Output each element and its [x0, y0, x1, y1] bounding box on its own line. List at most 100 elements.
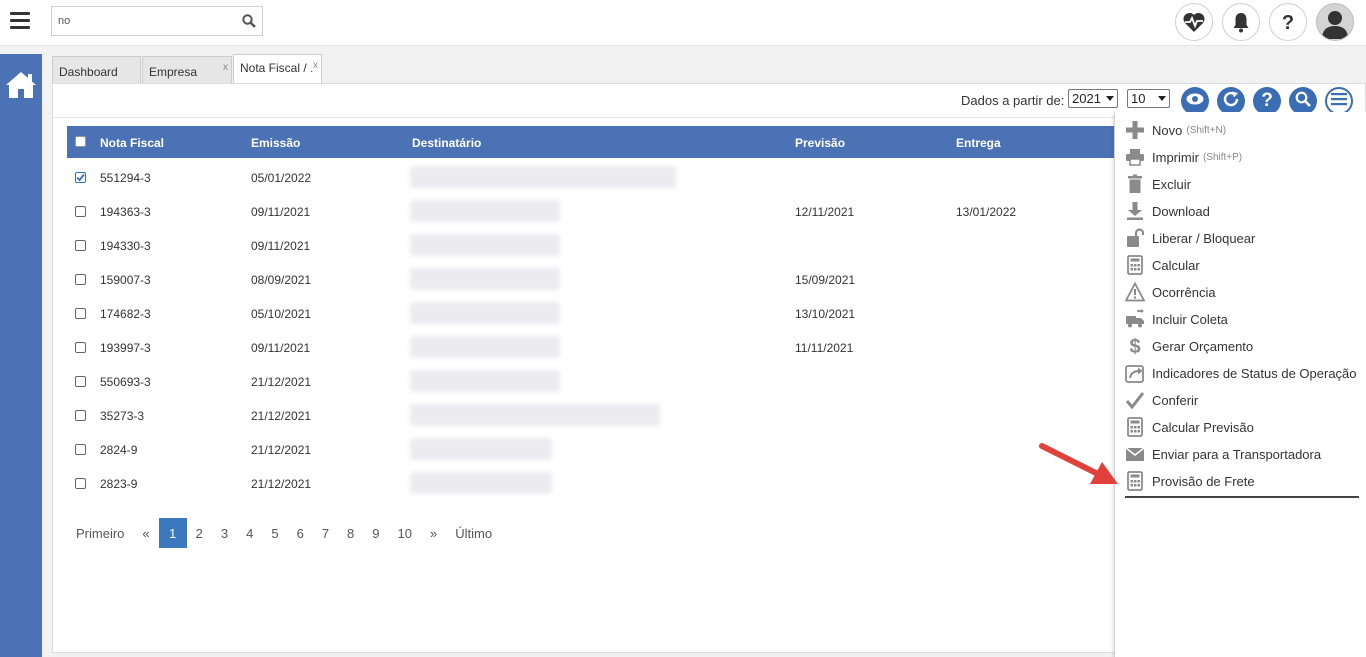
table-row[interactable]: 159007-3 08/09/2021 15/09/2021: [67, 262, 1115, 296]
row-checkbox[interactable]: [75, 376, 86, 387]
column-emissao[interactable]: Emissão: [251, 136, 300, 150]
table-row[interactable]: 551294-3 05/01/2022: [67, 160, 1115, 194]
pagination: Primeiro « 1 2 3 4 5 6 7 8 9 10 » Último: [67, 518, 501, 548]
table-row[interactable]: 194363-3 09/11/2021 12/11/2021 13/01/2022: [67, 194, 1115, 228]
menu-item-liberar-bloquear[interactable]: Liberar / Bloquear: [1125, 226, 1255, 250]
menu-item-calcular-previsao[interactable]: Calcular Previsão: [1125, 415, 1254, 439]
left-sidebar: [0, 54, 42, 657]
table-row[interactable]: 2824-9 21/12/2021: [67, 432, 1115, 466]
menu-item-imprimir[interactable]: Imprimir (Shift+P): [1125, 145, 1242, 169]
table-row[interactable]: 35273-3 21/12/2021: [67, 398, 1115, 432]
pager-page-1[interactable]: 1: [158, 518, 187, 548]
page-size-value: 10: [1131, 91, 1146, 106]
row-checkbox[interactable]: [75, 478, 86, 489]
menu-item-ocorrencia[interactable]: Ocorrência: [1125, 280, 1216, 304]
search-box: [51, 6, 263, 36]
check-icon: [1125, 390, 1145, 410]
menu-divider: [1125, 496, 1359, 498]
pager-page-9[interactable]: 9: [363, 518, 388, 548]
tab-label: Nota Fiscal / I: [240, 61, 314, 75]
column-previsao[interactable]: Previsão: [795, 136, 845, 150]
pager-page-6[interactable]: 6: [288, 518, 313, 548]
view-button[interactable]: [1181, 87, 1209, 115]
help-icon[interactable]: ?: [1269, 3, 1307, 41]
close-tab-icon[interactable]: x: [223, 62, 228, 73]
pager-next[interactable]: »: [421, 518, 446, 548]
svg-text:?: ?: [1282, 12, 1294, 33]
cell-nota-fiscal: 174682-3: [100, 307, 151, 321]
hamburger-menu-icon[interactable]: [10, 12, 30, 30]
page-size-select[interactable]: 10: [1127, 89, 1170, 108]
row-checkbox[interactable]: [75, 342, 86, 353]
menu-item-download[interactable]: Download: [1125, 199, 1210, 223]
menu-item-gerar-orcamento[interactable]: $ Gerar Orçamento: [1125, 334, 1253, 358]
close-tab-icon[interactable]: x: [311, 60, 318, 71]
row-checkbox[interactable]: [75, 444, 86, 455]
table-row[interactable]: 194330-3 09/11/2021: [67, 228, 1115, 262]
cell-emissao: 21/12/2021: [251, 375, 312, 389]
table-row[interactable]: 174682-3 05/10/2021 13/10/2021: [67, 296, 1115, 330]
bell-icon[interactable]: [1222, 3, 1260, 41]
pager-first[interactable]: Primeiro: [67, 518, 133, 548]
table-row[interactable]: 2823-9 21/12/2021: [67, 466, 1115, 500]
heartbeat-icon[interactable]: [1175, 3, 1213, 41]
menu-item-calcular[interactable]: Calcular: [1125, 253, 1200, 277]
table-row[interactable]: 550693-3 21/12/2021: [67, 364, 1115, 398]
menu-item-novo[interactable]: Novo (Shift+N): [1125, 118, 1226, 142]
calculator-icon: [1125, 255, 1145, 275]
envelope-icon: [1125, 444, 1145, 464]
search-input[interactable]: [52, 7, 232, 35]
pager-page-4[interactable]: 4: [237, 518, 262, 548]
year-select[interactable]: 2021: [1068, 89, 1118, 108]
pager-page-7[interactable]: 7: [313, 518, 338, 548]
actions-dropdown-menu: Novo (Shift+N) Imprimir (Shift+P) Exclui…: [1114, 112, 1366, 657]
pager-page-3[interactable]: 3: [212, 518, 237, 548]
cell-nota-fiscal: 550693-3: [100, 375, 151, 389]
home-icon[interactable]: [5, 70, 37, 105]
search-button[interactable]: [1289, 87, 1317, 115]
column-entrega[interactable]: Entrega: [956, 136, 1001, 150]
row-checkbox[interactable]: [75, 274, 86, 285]
actions-menu-button[interactable]: [1325, 87, 1353, 115]
cell-destinatario-redacted: [410, 370, 560, 392]
cell-nota-fiscal: 194330-3: [100, 239, 151, 253]
menu-item-excluir[interactable]: Excluir: [1125, 172, 1191, 196]
menu-item-enviar-transportadora[interactable]: Enviar para a Transportadora: [1125, 442, 1321, 466]
menu-item-label: Gerar Orçamento: [1152, 338, 1254, 354]
pager-page-8[interactable]: 8: [338, 518, 363, 548]
dados-label: Dados a partir de:: [961, 93, 1065, 108]
pager-page-10[interactable]: 10: [389, 518, 421, 548]
cell-emissao: 05/10/2021: [251, 307, 312, 321]
menu-item-provisao-frete[interactable]: Provisão de Frete: [1125, 469, 1255, 493]
row-checkbox[interactable]: [75, 240, 86, 251]
menu-item-label: Download: [1152, 203, 1210, 219]
cell-destinatario-redacted: [410, 268, 560, 290]
column-nota-fiscal[interactable]: Nota Fiscal: [100, 136, 164, 150]
refresh-button[interactable]: [1217, 87, 1245, 115]
menu-item-incluir-coleta[interactable]: Incluir Coleta: [1125, 307, 1228, 331]
tab-empresa[interactable]: Empresa x: [142, 56, 232, 83]
pager-prev[interactable]: «: [133, 518, 158, 548]
row-checkbox[interactable]: [75, 308, 86, 319]
row-checkbox[interactable]: [75, 172, 86, 183]
column-destinatario[interactable]: Destinatário: [412, 136, 481, 150]
menu-item-shortcut: (Shift+P): [1202, 151, 1243, 163]
cell-nota-fiscal: 194363-3: [100, 205, 151, 219]
menu-item-conferir[interactable]: Conferir: [1125, 388, 1198, 412]
table-row[interactable]: 193997-3 09/11/2021 11/11/2021: [67, 330, 1115, 364]
row-checkbox[interactable]: [75, 206, 86, 217]
tab-nota-fiscal[interactable]: Nota Fiscal / I x: [233, 54, 322, 83]
row-checkbox[interactable]: [75, 410, 86, 421]
help-button[interactable]: ?: [1253, 87, 1281, 115]
printer-icon: [1125, 147, 1145, 167]
pager-last[interactable]: Último: [446, 518, 501, 548]
pager-page-2[interactable]: 2: [187, 518, 212, 548]
cell-destinatario-redacted: [410, 404, 660, 426]
user-avatar[interactable]: [1316, 3, 1354, 41]
select-all-checkbox[interactable]: [75, 136, 86, 147]
download-icon: [1125, 201, 1145, 221]
menu-item-indicadores-status[interactable]: Indicadores de Status de Operação: [1125, 361, 1357, 385]
pager-page-5[interactable]: 5: [262, 518, 287, 548]
tab-dashboard[interactable]: Dashboard: [52, 56, 141, 83]
search-icon[interactable]: [242, 14, 256, 33]
